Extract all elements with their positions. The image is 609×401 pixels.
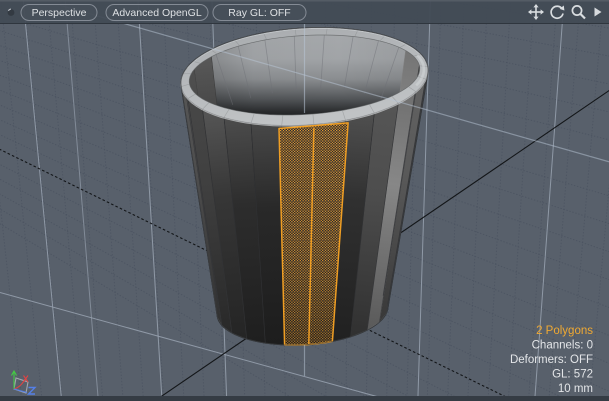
svg-text:Deformers: OFF: Deformers: OFF: [510, 354, 593, 366]
svg-text:GL: 572: GL: 572: [552, 369, 593, 381]
svg-text:Perspective: Perspective: [32, 7, 87, 19]
svg-text:2 Polygons: 2 Polygons: [536, 325, 593, 337]
svg-text:Ray GL: OFF: Ray GL: OFF: [228, 7, 290, 19]
svg-text:Channels: 0: Channels: 0: [532, 340, 593, 352]
svg-text:Advanced OpenGL: Advanced OpenGL: [112, 7, 201, 19]
svg-text:10 mm: 10 mm: [558, 383, 593, 395]
